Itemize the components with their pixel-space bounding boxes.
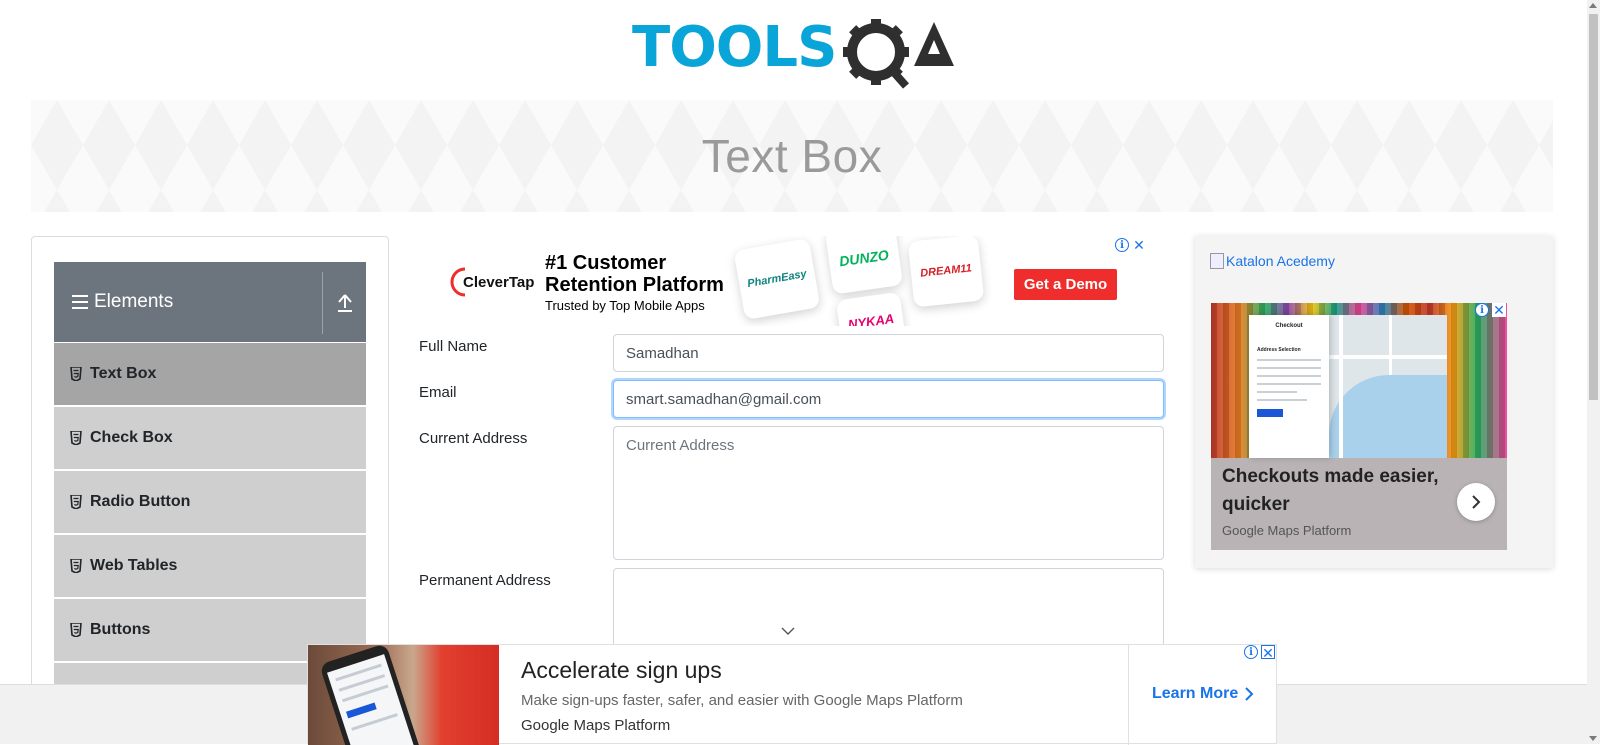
gear-icon <box>843 19 909 89</box>
clevertap-brand: CleverTap <box>463 274 534 291</box>
dunzo-tile: DUNZO <box>824 236 904 295</box>
scroll-down-arrow[interactable] <box>1589 736 1597 741</box>
dream11-tile: DREAM11 <box>907 236 985 308</box>
group-divider <box>322 272 323 334</box>
maps-ad-headline: Checkouts made easier, quicker <box>1222 466 1439 515</box>
maps-ad-advertiser: Google Maps Platform <box>1222 523 1352 538</box>
mini-phone-section: Address Selection <box>1257 347 1301 353</box>
ad-info-icon[interactable]: i <box>1115 238 1129 252</box>
clevertap-ad[interactable]: CleverTap #1 Customer Retention Platform… <box>421 236 1151 326</box>
sidebar-item-radio-button[interactable]: Radio Button <box>54 471 366 533</box>
ad-photo <box>308 645 499 745</box>
hamburger-icon <box>72 295 88 309</box>
checkout-phone-mockup: Checkout Address Selection <box>1249 315 1329 458</box>
learn-more-label: Learn More <box>1152 685 1239 702</box>
clevertap-logo: CleverTap <box>449 266 541 303</box>
katalon-broken-image[interactable]: Katalon Acedemy <box>1210 253 1335 269</box>
page-banner: Text Box <box>31 100 1553 212</box>
html5-icon <box>70 495 82 509</box>
bottom-ad-divider <box>1128 645 1129 745</box>
broken-image-alt: Katalon Acedemy <box>1226 253 1335 269</box>
sidebar: Elements Text Box Check Box Radio Button… <box>31 236 389 725</box>
full-name-input[interactable] <box>613 334 1164 372</box>
toolsqa-logo[interactable]: TOOLS <box>632 14 957 92</box>
html5-icon <box>70 623 82 637</box>
mini-phone-title: Checkout <box>1275 323 1303 329</box>
current-address-textarea[interactable] <box>613 426 1164 560</box>
ad-app-tiles: PharmEasy DUNZO DREAM11 NYKAA <box>731 236 1051 326</box>
sidebar-item-web-tables[interactable]: Web Tables <box>54 535 366 597</box>
scroll-up-arrow[interactable] <box>1589 3 1597 8</box>
ad-headline: #1 Customer Retention Platform <box>545 252 724 296</box>
google-maps-ad[interactable]: Checkout Address Selection Checkouts mad… <box>1211 303 1507 550</box>
right-ad-panel[interactable]: Katalon Acedemy Checkout Address Selecti… <box>1195 236 1553 568</box>
sidebar-item-label: Web Tables <box>90 557 178 574</box>
map-illustration: Checkout Address Selection <box>1249 315 1447 458</box>
elements-group-header[interactable]: Elements <box>54 262 366 342</box>
ad-choices[interactable]: i ✕ <box>1244 645 1275 660</box>
email-input[interactable] <box>613 380 1164 418</box>
scrollbar-thumb[interactable] <box>1589 14 1598 400</box>
current-address-label: Current Address <box>419 430 528 447</box>
bottom-ad-description: Make sign-ups faster, safer, and easier … <box>521 692 963 709</box>
chevron-right-icon <box>1245 687 1254 701</box>
email-label: Email <box>419 384 457 401</box>
page-title: Text Box <box>701 130 883 182</box>
sidebar-item-label: Check Box <box>90 429 173 446</box>
nykaa-tile: NYKAA <box>835 291 907 326</box>
learn-more-button[interactable]: Learn More <box>1152 685 1254 703</box>
close-icon[interactable]: ✕ <box>1261 645 1275 660</box>
ad-choices[interactable]: i ✕ <box>1475 303 1506 317</box>
sidebar-item-label: Buttons <box>90 621 151 638</box>
ad-subline: Trusted by Top Mobile Apps <box>545 298 705 313</box>
bottom-ad-advertiser: Google Maps Platform <box>521 717 671 734</box>
html5-icon <box>70 559 82 573</box>
ad-info-icon[interactable]: i <box>1244 645 1258 659</box>
sidebar-item-check-box[interactable]: Check Box <box>54 407 366 469</box>
ad-choices[interactable]: i ✕ <box>1115 238 1146 252</box>
upload-arrow-icon[interactable] <box>330 288 360 318</box>
toolsqa-logo-graphic: TOOLS <box>632 15 954 89</box>
bottom-anchor-ad[interactable]: Accelerate sign ups Make sign-ups faster… <box>307 644 1277 745</box>
html5-icon <box>70 367 82 381</box>
close-icon[interactable]: ✕ <box>1492 303 1506 317</box>
chevron-down-icon[interactable] <box>781 626 795 636</box>
broken-image-icon <box>1210 253 1224 269</box>
ad-info-icon[interactable]: i <box>1475 303 1489 317</box>
page-scrollbar[interactable] <box>1587 0 1600 744</box>
bottom-ad-headline: Accelerate sign ups <box>521 657 722 683</box>
close-icon[interactable]: ✕ <box>1132 238 1146 252</box>
full-name-label: Full Name <box>419 338 488 355</box>
svg-text:TOOLS: TOOLS <box>632 15 836 80</box>
html5-icon <box>70 431 82 445</box>
get-a-demo-button[interactable]: Get a Demo <box>1014 269 1117 300</box>
permanent-address-label: Permanent Address <box>419 572 551 589</box>
phone-illustration <box>319 645 423 745</box>
group-title: Elements <box>94 291 174 312</box>
sidebar-item-label: Text Box <box>90 365 157 382</box>
sidebar-item-text-box[interactable]: Text Box <box>54 343 366 405</box>
sidebar-item-label: Radio Button <box>90 493 191 510</box>
pharmeasy-tile: PharmEasy <box>733 237 821 321</box>
chevron-right-icon[interactable] <box>1457 483 1495 521</box>
